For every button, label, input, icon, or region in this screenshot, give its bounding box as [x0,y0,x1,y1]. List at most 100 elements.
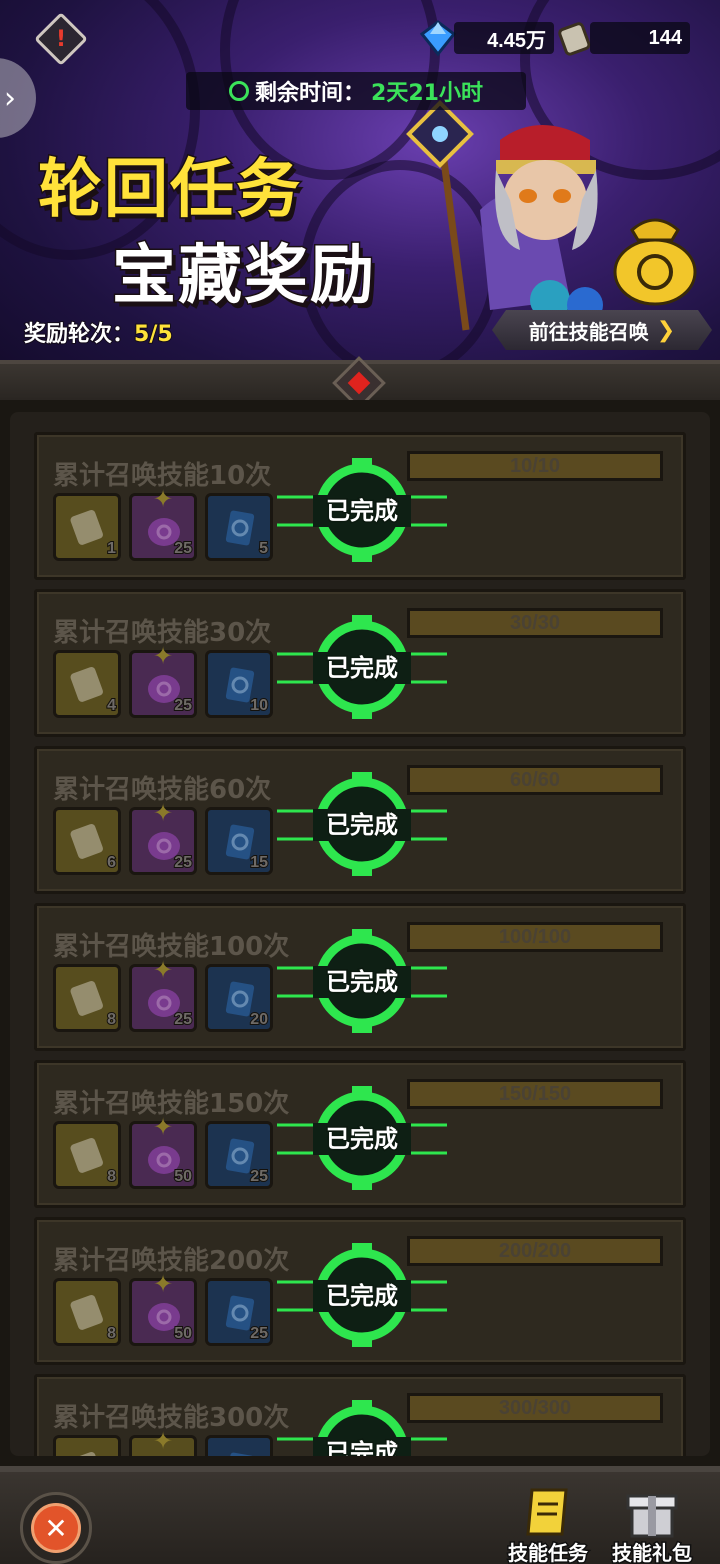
task-row: 累计召唤技能200次 200/200 8 50 ✦ 25 已完成 [34,1217,686,1365]
completed-stamp: 已完成 [277,455,447,565]
completed-stamp: 已完成 [277,612,447,722]
sparkle-icon: ✦ [153,642,174,670]
completed-stamp: 已完成 [277,769,447,879]
tab-skill-tasks-label: 技能任务 [507,1540,590,1564]
completed-label: 已完成 [325,1124,400,1155]
reward-count: 50 [173,1167,193,1186]
timer-label: 剩余时间： [255,81,366,106]
skill-card-icon [225,510,255,546]
completed-label: 已完成 [325,810,400,841]
reward-skill-card[interactable]: 10 [205,650,273,718]
task-list[interactable]: 累计召唤技能10次 10/10 1 25 ✦ 5 已完成 累计召唤技能30次 3… [10,412,710,1456]
reward-count: 25 [173,853,193,872]
task-row: 累计召唤技能150次 150/150 8 50 ✦ 25 已完成 [34,1060,686,1208]
reward-count: 25 [249,1167,269,1186]
close-icon: ✕ [31,1503,81,1553]
task-row: 累计召唤技能100次 100/100 8 25 ✦ 20 已完成 [34,903,686,1051]
mage-character-art [406,100,603,331]
reward-count: 25 [173,539,193,558]
scroll-icon [70,666,103,702]
reward-skill-card[interactable]: 25 [205,1121,273,1189]
reward-count: 10 [249,696,269,715]
tab-skill-gifts[interactable]: 技能礼包 [602,1484,702,1564]
completed-label: 已完成 [325,967,400,998]
warning-icon: ! [55,26,67,52]
goto-label: 前往技能召唤 [528,319,649,344]
reward-scroll[interactable]: 4 [53,650,121,718]
completed-label: 已完成 [325,653,400,684]
round-value: 5/5 [133,321,174,348]
sparkle-icon: ✦ [153,956,174,984]
sparkle-icon: ✦ [153,485,174,513]
task-row: 累计召唤技能60次 60/60 6 25 ✦ 15 已完成 [34,746,686,894]
reward-scroll[interactable]: 8 [53,1121,121,1189]
reward-count: 20 [249,1010,269,1029]
reward-count: 8 [106,1167,117,1186]
completed-stamp: 已完成 [277,1083,447,1193]
reward-scroll[interactable]: 6 [53,807,121,875]
tab-skill-tasks[interactable]: 技能任务 [498,1484,598,1564]
reward-count: 50 [173,1324,193,1343]
task-row: 累计召唤技能300次 300/300 ✦ 已完成 [34,1374,686,1456]
sparkle-icon: ✦ [153,1270,174,1298]
completed-stamp: 已完成 [277,926,447,1036]
reward-count: 15 [249,853,269,872]
scroll-icon [70,509,103,545]
sparkle-icon: ✦ [153,1427,174,1455]
tab-skill-gifts-label: 技能礼包 [611,1540,694,1564]
skill-card-icon [225,1452,255,1456]
reward-scroll[interactable]: 8 [53,964,121,1032]
reward-skill-card[interactable]: 25 [205,1278,273,1346]
reward-count: 6 [106,853,117,872]
reward-skill-card[interactable]: 5 [205,493,273,561]
gold-bag-art [613,218,697,306]
event-title-line2: 宝藏奖励 [111,238,376,315]
reward-round: 奖励轮次：5/5 [23,316,174,348]
diamond-icon [419,20,457,57]
scroll-icon [558,22,591,56]
reward-count: 25 [173,1010,193,1029]
completed-label: 已完成 [325,496,400,527]
gift-icon [626,1494,678,1538]
reward-skill-card[interactable]: 20 [205,964,273,1032]
reward-count: 8 [106,1324,117,1343]
reward-count: 25 [249,1324,269,1343]
completed-label: 已完成 [325,1281,400,1312]
close-button[interactable]: ✕ [20,1492,92,1564]
completed-stamp: 已完成 [277,1240,447,1350]
clock-icon [229,81,250,101]
reward-scroll[interactable]: 8 [53,1278,121,1346]
scroll-icon [70,1294,103,1330]
sparkle-icon: ✦ [153,1113,174,1141]
completed-stamp: 已完成 [277,1397,447,1456]
bottom-bar: ✕ 技能任务 技能礼包 [0,1466,720,1564]
reward-count: 1 [106,539,117,558]
task-row: 累计召唤技能30次 30/30 4 25 ✦ 10 已完成 [34,589,686,737]
reward-scroll[interactable]: 1 [53,493,121,561]
event-banner: ! › 4.45万 144 剩余时间： 2天21小时 轮回任务 宝藏奖励 奖励轮… [0,0,720,400]
task-row: 累计召唤技能10次 10/10 1 25 ✦ 5 已完成 [34,432,686,580]
scroll-count: 144 [590,22,690,54]
reward-count: 4 [106,696,117,715]
scroll-icon [70,823,103,859]
reward-count: 25 [173,696,193,715]
round-label: 奖励轮次： [23,321,135,348]
timer-value: 2天21小时 [371,81,483,106]
reward-skill-card[interactable]: 15 [205,807,273,875]
reward-skill-card[interactable] [205,1435,273,1456]
scroll-icon [70,1137,103,1173]
scroll-icon [70,1451,103,1456]
reward-scroll[interactable] [53,1435,121,1456]
reward-count: 5 [258,539,269,558]
chevron-right-icon: › [4,80,16,116]
task-scroll-icon [526,1488,568,1536]
completed-label: 已完成 [325,1438,400,1457]
reward-count: 8 [106,1010,117,1029]
sparkle-icon: ✦ [153,799,174,827]
scroll-icon [70,980,103,1016]
chevron-right-icon: ❯ [656,317,676,343]
diamond-count: 4.45万 [454,22,554,54]
event-title-line1: 轮回任务 [37,152,302,229]
remaining-time: 剩余时间： 2天21小时 [186,72,526,110]
goto-skill-summon-button[interactable]: 前往技能召唤 ❯ [492,310,712,350]
